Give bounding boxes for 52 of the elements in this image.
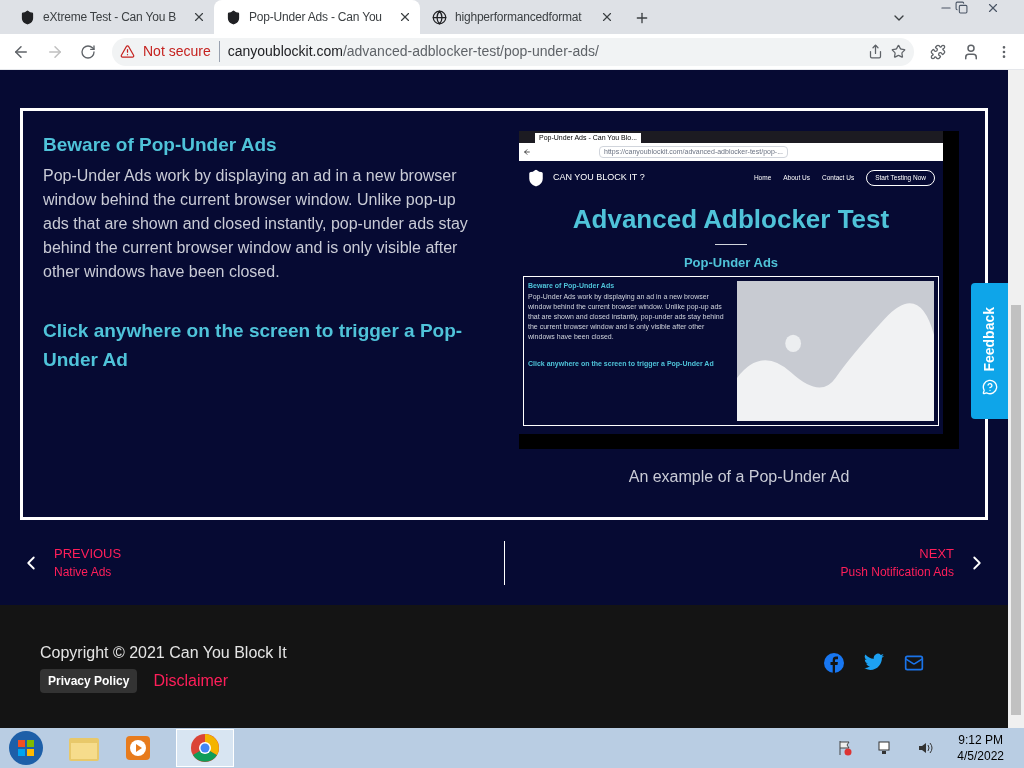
chrome-icon bbox=[190, 733, 220, 763]
inner-subtitle: Pop-Under Ads bbox=[682, 253, 780, 272]
feedback-label: Feedback bbox=[980, 306, 998, 372]
browser-tab[interactable]: Pop-Under Ads - Can You bbox=[214, 0, 420, 34]
tab-title: eXtreme Test - Can You B bbox=[43, 9, 177, 26]
shield-icon bbox=[20, 9, 35, 25]
browser-tab[interactable]: eXtreme Test - Can You B bbox=[8, 0, 214, 34]
address-bar[interactable]: Not secure canyoublockit.com/advanced-adblocker-test/pop-under-ads/ bbox=[112, 37, 914, 66]
privacy-policy-button[interactable]: Privacy Policy bbox=[40, 669, 138, 693]
globe-icon bbox=[432, 9, 447, 25]
browser-tab[interactable]: highperformancedformat bbox=[420, 0, 626, 34]
image-caption: An example of a Pop-Under Ad bbox=[628, 467, 850, 487]
warning-icon bbox=[120, 44, 135, 59]
next-post-link[interactable]: Push Notification Ads bbox=[840, 563, 954, 582]
start-orb-icon[interactable] bbox=[8, 730, 44, 766]
media-player-icon[interactable] bbox=[124, 734, 152, 762]
disclaimer-link[interactable]: Disclaimer bbox=[153, 669, 229, 693]
flag-icon bbox=[837, 740, 854, 756]
speaker-icon bbox=[917, 740, 934, 756]
previous-link[interactable]: PREVIOUS bbox=[54, 543, 122, 564]
back-icon bbox=[523, 148, 531, 156]
close-icon[interactable] bbox=[986, 1, 1000, 15]
clock-time: 9:12 PM bbox=[958, 732, 1003, 748]
share-icon[interactable] bbox=[868, 44, 883, 59]
call-to-action: Click anywhere on the screen to trigger a Pop-Under Ad bbox=[43, 318, 464, 372]
copyright-text: Copyright © 2021 Can You Block It bbox=[40, 643, 287, 663]
security-label: Not secure bbox=[143, 41, 220, 62]
previous-post-link[interactable]: Native Ads bbox=[54, 563, 122, 582]
shield-icon bbox=[226, 9, 241, 25]
inner-title: Advanced Adblocker Test bbox=[571, 203, 891, 236]
extensions-icon[interactable] bbox=[930, 43, 946, 60]
clock-date: 4/5/2022 bbox=[957, 748, 1004, 764]
article-paragraph: Pop-Under Ads work by displaying an ad in a new browser window behind the current browser window. Unlike pop-up ads that are shown and closed instantly, pop-under ads stay behind the current browser window and is only visible after other windows have been closed. bbox=[43, 165, 469, 282]
tab-title: Pop-Under Ads - Can You bbox=[249, 9, 382, 26]
inner-brand: CAN YOU BLOCK IT ? bbox=[553, 171, 645, 185]
shield-logo-icon bbox=[527, 169, 545, 187]
chrome-taskbar-button[interactable] bbox=[176, 729, 234, 767]
help-icon bbox=[981, 379, 998, 396]
url-text: canyoublockit.com/advanced-adblocker-test/pop-under-ads/ bbox=[227, 42, 600, 61]
new-tab-icon[interactable] bbox=[634, 10, 650, 26]
twitter-icon[interactable] bbox=[864, 653, 884, 671]
feedback-tab[interactable]: Feedback bbox=[971, 283, 1008, 419]
facebook-icon[interactable] bbox=[824, 653, 844, 673]
close-icon[interactable] bbox=[600, 10, 614, 24]
email-icon[interactable] bbox=[904, 653, 924, 673]
profile-icon[interactable] bbox=[962, 42, 980, 61]
bookmark-icon[interactable] bbox=[891, 44, 906, 59]
next-link[interactable]: NEXT bbox=[919, 543, 954, 564]
tab-title: highperformancedformat bbox=[455, 9, 582, 26]
restore-icon[interactable] bbox=[955, 1, 968, 14]
article-heading: Beware of Pop-Under Ads bbox=[43, 133, 278, 157]
reload-icon[interactable] bbox=[80, 43, 96, 60]
